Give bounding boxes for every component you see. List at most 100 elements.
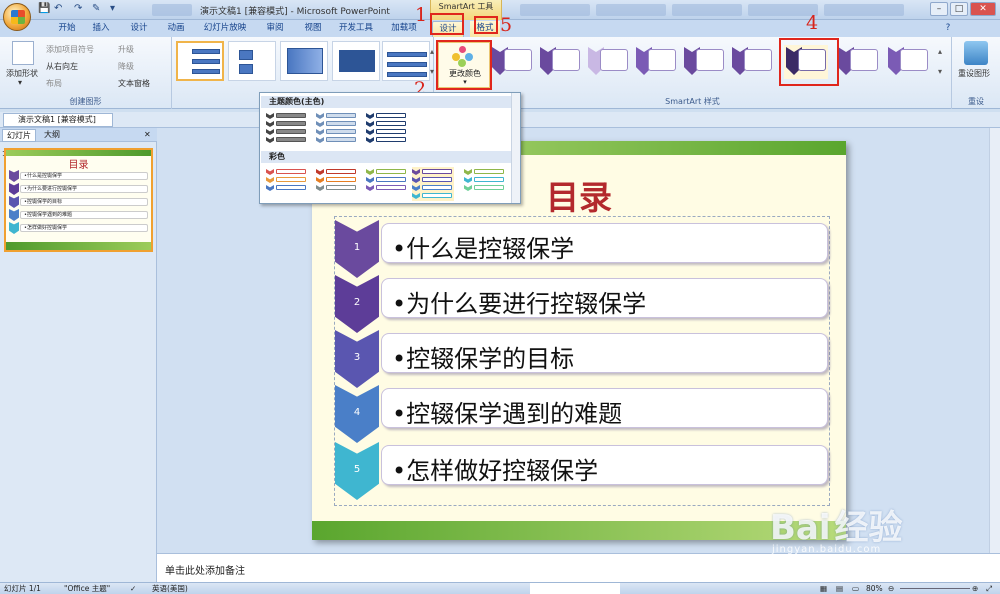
tab-outline[interactable]: 大纲	[40, 129, 64, 142]
item-text: •什么是控辍保学	[392, 235, 575, 263]
dropdown-scrollbar[interactable]	[511, 93, 520, 203]
smartart-item[interactable]: 5 •怎样做好控辍保学	[335, 442, 830, 500]
redo-icon[interactable]: ↷	[74, 3, 82, 17]
style-thumb[interactable]	[730, 45, 774, 79]
item-number: 1	[353, 242, 361, 253]
smartart-item[interactable]: 2 •为什么要进行控辍保学	[335, 275, 830, 333]
minimize-button[interactable]: –	[930, 2, 948, 16]
color-swatch[interactable]	[266, 111, 308, 145]
item-box[interactable]: •控辍保学的目标	[381, 333, 828, 373]
undo-icon[interactable]: ↶	[54, 3, 62, 17]
baidu-watermark-url: jingyan.baidu.com	[772, 544, 882, 555]
layout-thumb[interactable]	[280, 41, 328, 81]
close-button[interactable]: ✕	[970, 2, 996, 16]
slide-thumbnail[interactable]: 目录 •什么是控辍保学 •为什么要进行控辍保学 •控辍保学的目标 •控辍保学遇到…	[4, 148, 153, 252]
blurred-tab	[520, 4, 590, 16]
tab-slides[interactable]: 幻灯片	[2, 129, 36, 142]
thumbnail-title: 目录	[68, 160, 89, 171]
vertical-scrollbar[interactable]	[989, 128, 1000, 553]
office-button[interactable]	[3, 3, 31, 31]
item-number: 4	[353, 407, 361, 418]
zoom-out-icon[interactable]: ⊖	[888, 583, 894, 594]
right-to-left-button[interactable]: 从右向左	[46, 61, 78, 72]
annotation-number-5: 5	[500, 14, 513, 36]
style-thumb[interactable]	[836, 45, 880, 79]
smartart-item[interactable]: 4 •控辍保学遇到的难题	[335, 385, 830, 443]
tab-view[interactable]: 视图	[300, 21, 326, 37]
layout-thumb[interactable]	[382, 41, 430, 81]
theme-name: "Office 主题"	[64, 584, 111, 593]
item-number: 5	[353, 464, 361, 475]
window-title: 演示文稿1 [兼容模式] - Microsoft PowerPoint	[200, 7, 390, 17]
style-thumb[interactable]	[682, 45, 726, 79]
close-panel-icon[interactable]: ✕	[140, 129, 155, 142]
panel-tabs: 幻灯片 大纲 ✕	[0, 128, 157, 142]
tab-design[interactable]: 设计	[126, 21, 152, 37]
fit-window-icon[interactable]: ⤢	[986, 583, 992, 594]
color-swatch[interactable]	[464, 167, 506, 201]
format-painter-icon[interactable]: ✎	[92, 3, 100, 17]
style-thumb[interactable]	[886, 45, 930, 79]
thumbnail-item: •怎样做好控辍保学	[20, 224, 148, 232]
style-thumb[interactable]	[490, 45, 534, 79]
style-thumb[interactable]	[586, 45, 630, 79]
reset-graphic-button[interactable]: 重设图形	[958, 68, 990, 79]
color-swatch[interactable]	[316, 167, 358, 201]
language[interactable]: 英语(美国)	[152, 583, 188, 594]
color-swatch[interactable]	[366, 167, 408, 201]
thumbnail-item: •控辍保学遇到的难题	[20, 211, 148, 219]
text-pane-button[interactable]: 文本窗格	[118, 78, 150, 89]
view-normal-icon[interactable]: ▦	[820, 583, 827, 594]
color-swatch[interactable]	[366, 111, 408, 145]
annotation-number-1: 1	[415, 4, 428, 26]
zoom-level[interactable]: 80%	[866, 583, 883, 594]
view-slideshow-icon[interactable]: ▭	[852, 583, 859, 594]
reset-graphic-icon	[964, 41, 988, 65]
item-box[interactable]: •为什么要进行控辍保学	[381, 278, 828, 318]
color-swatch[interactable]	[266, 167, 308, 201]
save-icon[interactable]: 💾	[38, 3, 50, 17]
layout-thumb[interactable]	[332, 41, 380, 81]
smartart-item[interactable]: 3 •控辍保学的目标	[335, 330, 830, 388]
style-thumb[interactable]	[634, 45, 678, 79]
item-box[interactable]: •什么是控辍保学	[381, 223, 828, 263]
item-box[interactable]: •控辍保学遇到的难题	[381, 388, 828, 428]
annotation-box-4	[779, 38, 839, 86]
zoom-in-icon[interactable]: ⊕	[972, 583, 978, 594]
smartart-item[interactable]: 1 •什么是控辍保学	[335, 220, 830, 278]
layout-button[interactable]: 布局	[46, 78, 62, 89]
ime-toolbar[interactable]	[530, 583, 620, 594]
layout-thumb[interactable]	[176, 41, 224, 81]
demote-button[interactable]: 降级	[118, 61, 134, 72]
change-colors-dropdown: 主题颜色(主色) 彩色	[259, 92, 521, 204]
tab-animation[interactable]: 动画	[163, 21, 189, 37]
customize-qat-icon[interactable]: ▾	[110, 3, 115, 17]
styles-more-icon[interactable]: ▾	[938, 67, 942, 76]
document-tab[interactable]: 演示文稿1 [兼容模式]	[3, 113, 113, 127]
add-bullet-button[interactable]: 添加项目符号	[46, 44, 94, 55]
tab-home[interactable]: 开始	[54, 21, 80, 37]
spellcheck-icon[interactable]: ✓	[130, 583, 136, 594]
maximize-button[interactable]: □	[950, 2, 968, 16]
color-swatch-selected[interactable]	[412, 167, 454, 201]
annotation-box-5	[474, 16, 498, 34]
notes-pane[interactable]: 单击此处添加备注	[157, 553, 1000, 582]
tab-insert[interactable]: 插入	[88, 21, 114, 37]
zoom-slider[interactable]	[900, 588, 970, 589]
tab-developer[interactable]: 开发工具	[336, 21, 376, 37]
promote-button[interactable]: 升级	[118, 44, 134, 55]
help-icon[interactable]: ?	[942, 21, 954, 37]
tab-slideshow[interactable]: 幻灯片放映	[200, 21, 250, 37]
item-text: •为什么要进行控辍保学	[392, 290, 647, 318]
styles-scroll-icon[interactable]: ▴	[938, 47, 942, 56]
thumbnail-item: •控辍保学的目标	[20, 198, 148, 206]
style-thumb[interactable]	[538, 45, 582, 79]
add-shape-dropdown-icon[interactable]: ▾	[18, 78, 22, 87]
color-swatch[interactable]	[316, 111, 358, 145]
view-sorter-icon[interactable]: ▤	[836, 583, 843, 594]
tab-review[interactable]: 审阅	[262, 21, 288, 37]
slides-panel: 幻灯片 大纲 ✕ 1 目录 •什么是控辍保学 •为什么要进行控辍保学 •控辍保学…	[0, 128, 157, 582]
layout-thumb[interactable]	[228, 41, 276, 81]
colorful-header: 彩色	[261, 151, 511, 163]
item-box[interactable]: •怎样做好控辍保学	[381, 445, 828, 485]
